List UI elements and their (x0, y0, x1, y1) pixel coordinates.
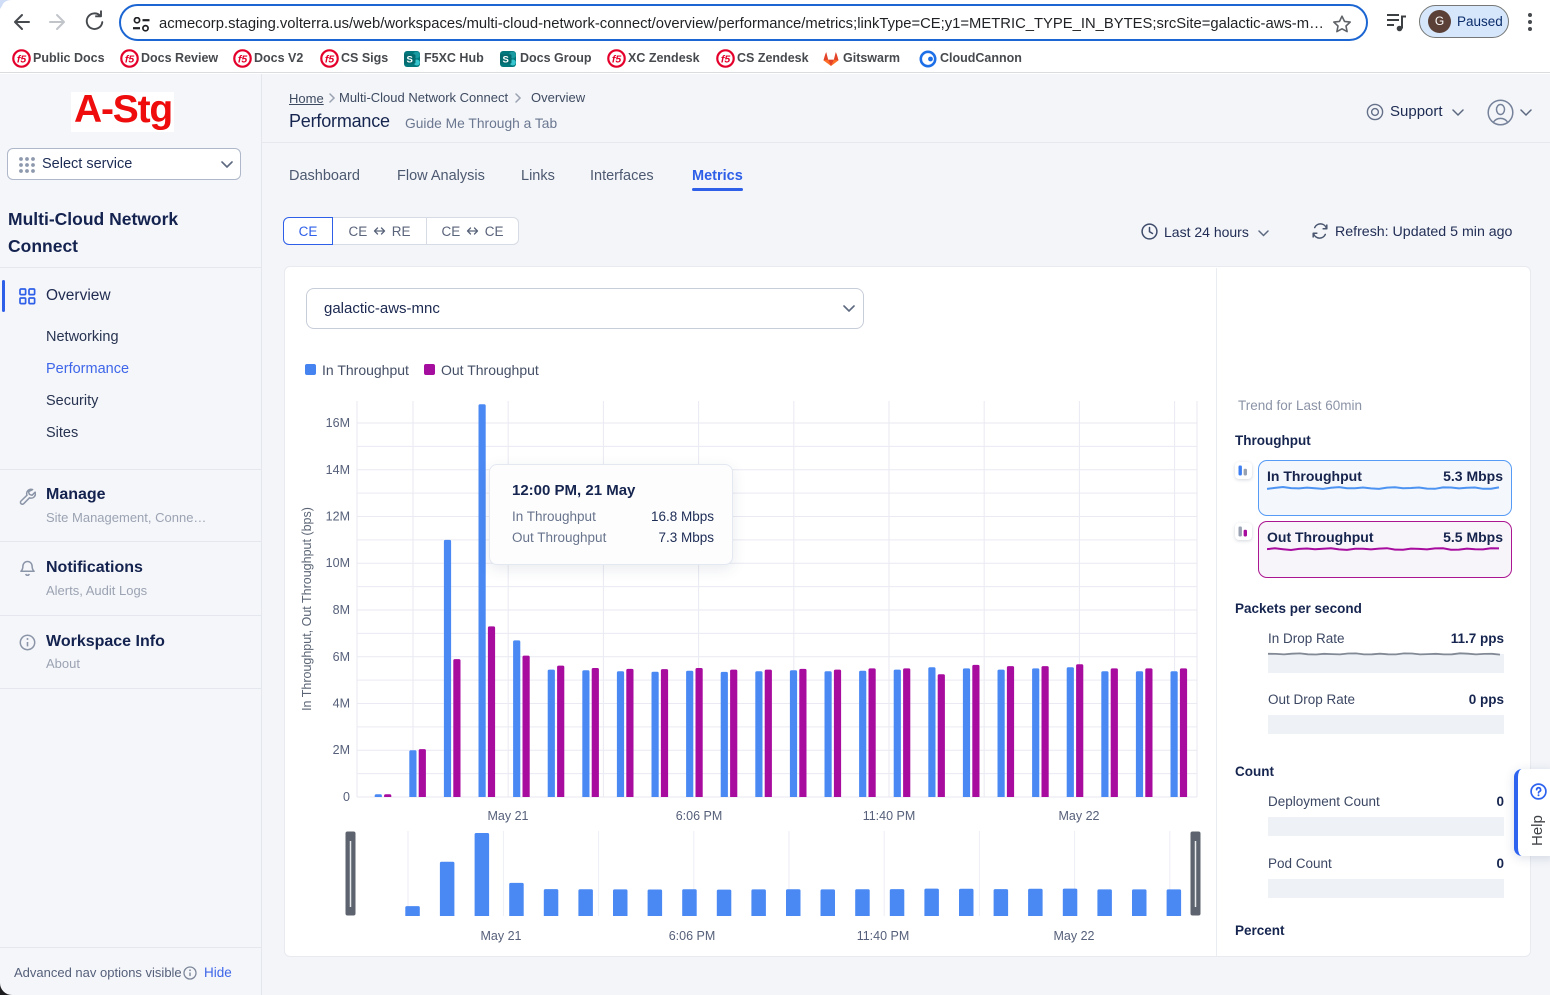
svg-text:S: S (407, 54, 413, 65)
svg-text:f5: f5 (125, 54, 134, 66)
svg-text:12M: 12M (326, 510, 350, 524)
svg-text:f5: f5 (17, 54, 26, 66)
svg-text:6:06 PM: 6:06 PM (676, 809, 723, 823)
svg-text:May 21: May 21 (481, 929, 522, 943)
svg-text:11:40 PM: 11:40 PM (863, 809, 916, 823)
svg-text:f5: f5 (238, 54, 247, 66)
svg-text:f5: f5 (721, 54, 730, 66)
svg-text:10M: 10M (326, 556, 350, 570)
svg-text:In Throughput, Out Throughput: In Throughput, Out Throughput (bps) (300, 507, 314, 711)
svg-text:14M: 14M (326, 463, 350, 477)
svg-text:4M: 4M (333, 697, 350, 711)
svg-text:8M: 8M (333, 603, 350, 617)
svg-text:f5: f5 (325, 54, 334, 66)
svg-text:May 22: May 22 (1054, 929, 1095, 943)
svg-text:May 21: May 21 (488, 809, 529, 823)
svg-text:16M: 16M (326, 416, 350, 430)
svg-text:6M: 6M (333, 650, 350, 664)
svg-text:6:06 PM: 6:06 PM (669, 929, 716, 943)
svg-text:S: S (503, 54, 509, 65)
svg-text:11:40 PM: 11:40 PM (857, 929, 910, 943)
svg-text:f5: f5 (612, 54, 621, 66)
svg-text:0: 0 (343, 790, 350, 804)
svg-text:2M: 2M (333, 743, 350, 757)
svg-text:May 22: May 22 (1059, 809, 1100, 823)
